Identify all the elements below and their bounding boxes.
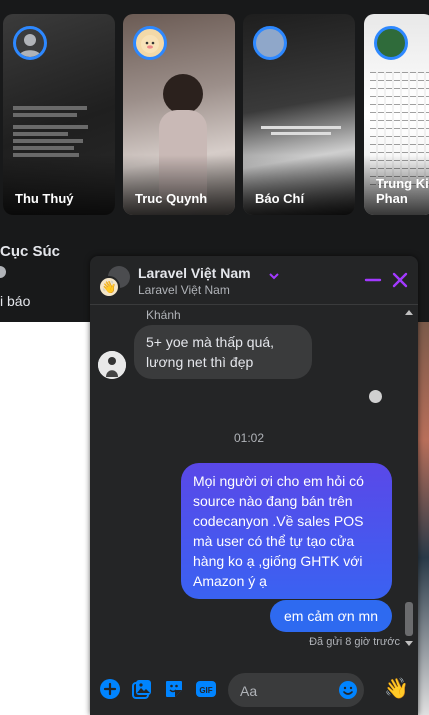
delivery-status: Đã gửi 8 giờ trước <box>309 636 400 648</box>
scroll-down-arrow-icon[interactable] <box>405 641 413 646</box>
story-card[interactable]: Trung Kiên Phan <box>364 14 429 215</box>
chat-subtitle: Laravel Việt Nam <box>138 283 230 297</box>
story-name: Truc Quynh <box>135 191 208 206</box>
story-decor-text <box>13 106 105 157</box>
seen-indicator-avatar <box>369 390 382 403</box>
post-author[interactable]: Cục Súc <box>0 243 60 260</box>
message-input-wrapper[interactable] <box>228 673 364 709</box>
chevron-down-icon[interactable] <box>268 270 280 282</box>
wave-emoji-button[interactable]: 👋 <box>384 676 409 702</box>
privacy-icon <box>0 266 6 278</box>
sticker-icon[interactable] <box>163 678 185 700</box>
scroll-up-arrow-icon[interactable] <box>405 310 413 315</box>
story-photo-subject <box>163 74 203 114</box>
post-text: i báo <box>0 293 31 309</box>
outgoing-message[interactable]: Mọi người ơi cho em hỏi có source nào đa… <box>181 463 392 599</box>
chat-header[interactable]: 👋 Laravel Việt Nam Laravel Việt Nam <box>90 256 418 305</box>
background-image-strip <box>418 322 429 715</box>
emoji-icon[interactable] <box>338 680 358 700</box>
photo-icon[interactable] <box>131 678 153 700</box>
message-list[interactable]: Khánh 5+ yoe mà thấp quá, lương net thì … <box>90 305 408 665</box>
gif-icon[interactable]: GIF <box>195 678 217 700</box>
stories-strip: Thu Thuý Truc Quynh Báo Chí Trung Kiên P… <box>0 0 429 232</box>
close-icon[interactable] <box>388 268 412 292</box>
story-card[interactable]: Báo Chí <box>243 14 355 215</box>
sender-name: Khánh <box>146 308 181 322</box>
sender-avatar[interactable] <box>98 351 126 379</box>
story-avatar <box>13 26 47 60</box>
person-avatar-icon <box>98 351 126 379</box>
story-name: Báo Chí <box>255 191 305 206</box>
minimize-icon[interactable] <box>361 268 385 292</box>
chat-title[interactable]: Laravel Việt Nam <box>138 265 251 281</box>
outgoing-message[interactable]: em cảm ơn mn <box>270 600 392 632</box>
story-avatar <box>253 26 287 60</box>
cartoon-avatar-icon <box>141 35 159 53</box>
message-input[interactable] <box>238 673 342 709</box>
chat-window: 👋 Laravel Việt Nam Laravel Việt Nam Khán… <box>90 256 418 715</box>
plus-icon[interactable] <box>99 678 121 700</box>
story-avatar <box>374 26 408 60</box>
story-avatar <box>133 26 167 60</box>
message-scrollbar[interactable] <box>404 308 414 648</box>
message-composer: GIF 👋 <box>90 665 418 715</box>
scroll-thumb[interactable] <box>405 602 413 636</box>
default-avatar-icon <box>19 34 41 57</box>
story-card[interactable]: Truc Quynh <box>123 14 235 215</box>
post-content-area <box>0 322 90 715</box>
story-name: Thu Thuý <box>15 191 74 206</box>
group-avatar[interactable]: 👋 <box>98 266 130 298</box>
incoming-message[interactable]: 5+ yoe mà thấp quá, lương net thì đẹp <box>134 325 312 379</box>
story-name: Trung Kiên Phan <box>376 176 429 206</box>
svg-text:GIF: GIF <box>199 686 212 695</box>
story-card[interactable]: Thu Thuý <box>3 14 115 215</box>
message-timestamp: 01:02 <box>233 431 265 445</box>
